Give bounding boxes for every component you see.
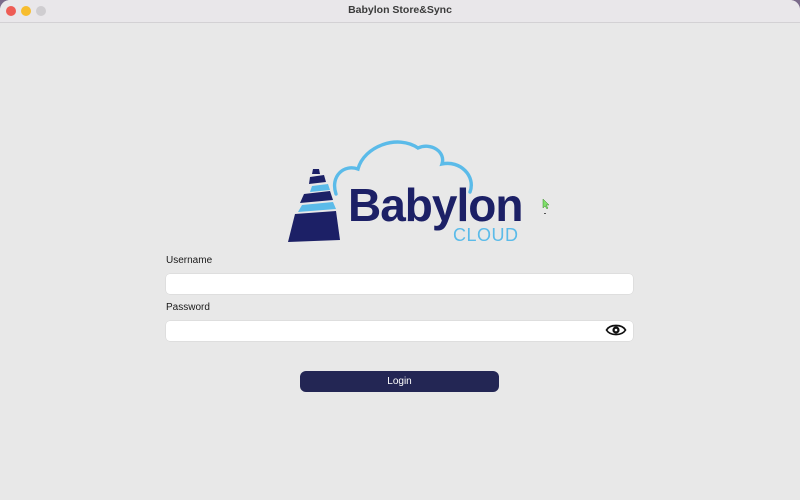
password-label: Password [166, 302, 210, 313]
mouse-pointer-icon [542, 198, 550, 214]
username-label: Username [166, 255, 213, 266]
login-button[interactable]: Login [300, 371, 499, 392]
babylon-cloud-logo: Babylon CLOUD [286, 136, 523, 248]
logo-subtitle: CLOUD [453, 225, 519, 245]
window-title: Babylon Store&Sync [348, 4, 452, 16]
spiral-tower-icon [288, 169, 340, 242]
logo-wordmark: Babylon [348, 179, 523, 231]
title-bar[interactable]: Babylon Store&Sync [0, 0, 800, 23]
password-input[interactable] [166, 321, 633, 341]
eye-icon[interactable] [605, 322, 627, 338]
username-input[interactable] [166, 274, 633, 294]
app-window: Babylon Store&Sync Babylon CLOUD Usernam… [0, 0, 800, 500]
